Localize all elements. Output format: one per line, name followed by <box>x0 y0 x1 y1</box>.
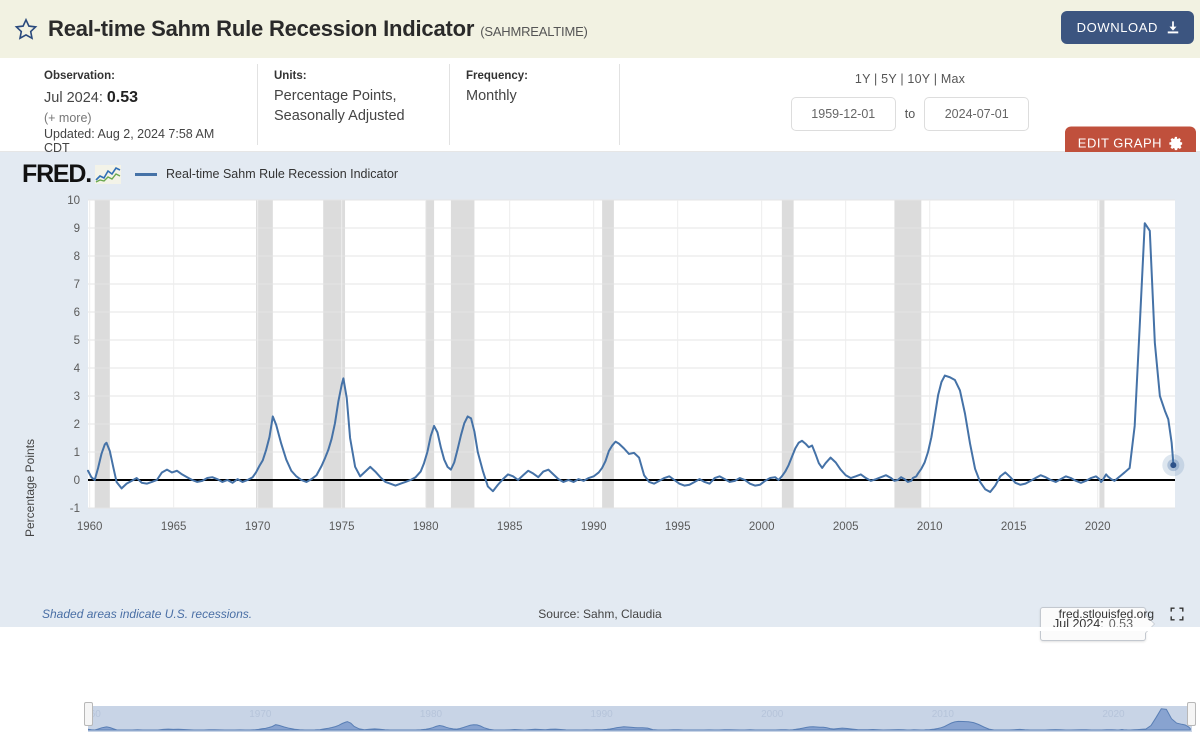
y-axis-title: Percentage Points <box>23 439 37 537</box>
fred-logo-text: FRED <box>22 160 85 188</box>
svg-text:10: 10 <box>67 195 80 207</box>
range-end-input[interactable]: 2024-07-01 <box>924 97 1029 131</box>
sparkline-icon <box>95 165 121 184</box>
download-label: DOWNLOAD <box>1077 20 1158 35</box>
svg-text:1965: 1965 <box>161 521 187 533</box>
svg-text:1990: 1990 <box>581 521 607 533</box>
more-link[interactable]: (+ more) <box>44 111 242 125</box>
graph-header: FRED. Real-time Sahm Rule Recession Indi… <box>0 152 1200 188</box>
units-column: Units: Percentage Points, Seasonally Adj… <box>258 58 450 151</box>
svg-text:5: 5 <box>74 335 80 347</box>
svg-text:-1: -1 <box>70 503 80 515</box>
svg-text:3: 3 <box>74 391 80 403</box>
graph-footer: Shaded areas indicate U.S. recessions. S… <box>0 597 1200 631</box>
page-header: Real-time Sahm Rule Recession Indicator (… <box>0 0 1200 58</box>
svg-text:1990: 1990 <box>590 709 613 720</box>
frequency-column: Frequency: Monthly <box>450 58 620 151</box>
units-label: Units: <box>274 70 434 82</box>
observation-number: 0.53 <box>107 89 138 106</box>
svg-text:8: 8 <box>74 251 80 263</box>
edit-graph-label: EDIT GRAPH <box>1078 136 1162 151</box>
download-button[interactable]: DOWNLOAD <box>1061 11 1194 44</box>
legend-color-swatch <box>135 173 157 176</box>
fred-graph-panel: FRED. Real-time Sahm Rule Recession Indi… <box>0 152 1200 631</box>
range-navigator[interactable]: 1960197019801990200020102020 <box>88 706 1192 740</box>
time-series-chart[interactable]: -1 0 1 2 3 4 5 6 7 8 9 10 1960 1965 1970 1975 1980 1985 19… <box>0 188 1200 553</box>
updated-label: Updated: <box>44 127 95 141</box>
svg-text:1975: 1975 <box>329 521 355 533</box>
svg-text:2015: 2015 <box>1001 521 1027 533</box>
observation-value: Jul 2024: 0.53 <box>44 87 242 109</box>
svg-text:1980: 1980 <box>413 521 439 533</box>
gear-icon <box>1169 136 1183 150</box>
svg-text:1995: 1995 <box>665 521 691 533</box>
download-icon <box>1166 20 1180 35</box>
svg-text:2000: 2000 <box>761 709 784 720</box>
navigator-right-handle[interactable] <box>1187 702 1196 726</box>
series-id: (SAHMREALTIME) <box>480 24 587 39</box>
svg-text:7: 7 <box>74 279 80 291</box>
plot-area: Percentage Points -1 0 1 2 3 4 5 6 7 8 9 10 1960 1965… <box>0 188 1200 553</box>
fred-url: fred.stlouisfed.org <box>1059 607 1154 621</box>
updated-row: Updated: Aug 2, 2024 7:58 AM CDT <box>44 127 242 155</box>
fred-logo-dot: . <box>85 160 91 188</box>
page-title-text: Real-time Sahm Rule Recession Indicator <box>48 16 474 41</box>
svg-text:2005: 2005 <box>833 521 859 533</box>
recession-note: Shaded areas indicate U.S. recessions. <box>16 607 252 621</box>
svg-text:9: 9 <box>74 223 80 235</box>
star-outline-icon[interactable] <box>14 17 38 41</box>
navigator-left-handle[interactable] <box>84 702 93 726</box>
svg-text:4: 4 <box>74 363 81 375</box>
series-meta-bar: Observation: Jul 2024: 0.53 (+ more) Upd… <box>0 58 1200 152</box>
source-note: Source: Sahm, Claudia <box>538 607 661 621</box>
frequency-label: Frequency: <box>466 70 604 82</box>
svg-text:1970: 1970 <box>245 521 271 533</box>
svg-text:2010: 2010 <box>932 709 955 720</box>
svg-text:2000: 2000 <box>749 521 775 533</box>
svg-text:0: 0 <box>74 475 80 487</box>
svg-text:2020: 2020 <box>1102 709 1125 720</box>
observation-label: Observation: <box>44 70 242 82</box>
svg-text:2010: 2010 <box>917 521 943 533</box>
svg-text:1960: 1960 <box>77 521 103 533</box>
expand-icon[interactable] <box>1170 607 1184 621</box>
range-start-input[interactable]: 1959-12-01 <box>791 97 896 131</box>
range-inputs: 1959-12-01 to 2024-07-01 <box>791 97 1029 131</box>
svg-text:1970: 1970 <box>249 709 272 720</box>
svg-text:6: 6 <box>74 307 80 319</box>
units-line-1: Percentage Points, <box>274 87 434 107</box>
svg-text:2: 2 <box>74 419 80 431</box>
svg-text:1985: 1985 <box>497 521 523 533</box>
range-to-label: to <box>905 107 915 121</box>
svg-text:1980: 1980 <box>420 709 443 720</box>
range-presets[interactable]: 1Y | 5Y | 10Y | Max <box>855 72 965 86</box>
legend-label: Real-time Sahm Rule Recession Indicator <box>166 167 398 181</box>
svg-text:2020: 2020 <box>1085 521 1111 533</box>
observation-date: Jul 2024: <box>44 90 103 106</box>
units-line-2: Seasonally Adjusted <box>274 107 434 127</box>
observation-column: Observation: Jul 2024: 0.53 (+ more) Upd… <box>0 58 258 151</box>
fred-logo: FRED. <box>22 162 91 187</box>
page-title: Real-time Sahm Rule Recession Indicator (… <box>48 16 588 42</box>
navigator-sparkarea[interactable]: 1960197019801990200020102020 <box>88 706 1192 732</box>
svg-text:1: 1 <box>74 447 80 459</box>
frequency-value: Monthly <box>466 87 604 107</box>
panel-bottom-strip <box>0 627 1200 631</box>
